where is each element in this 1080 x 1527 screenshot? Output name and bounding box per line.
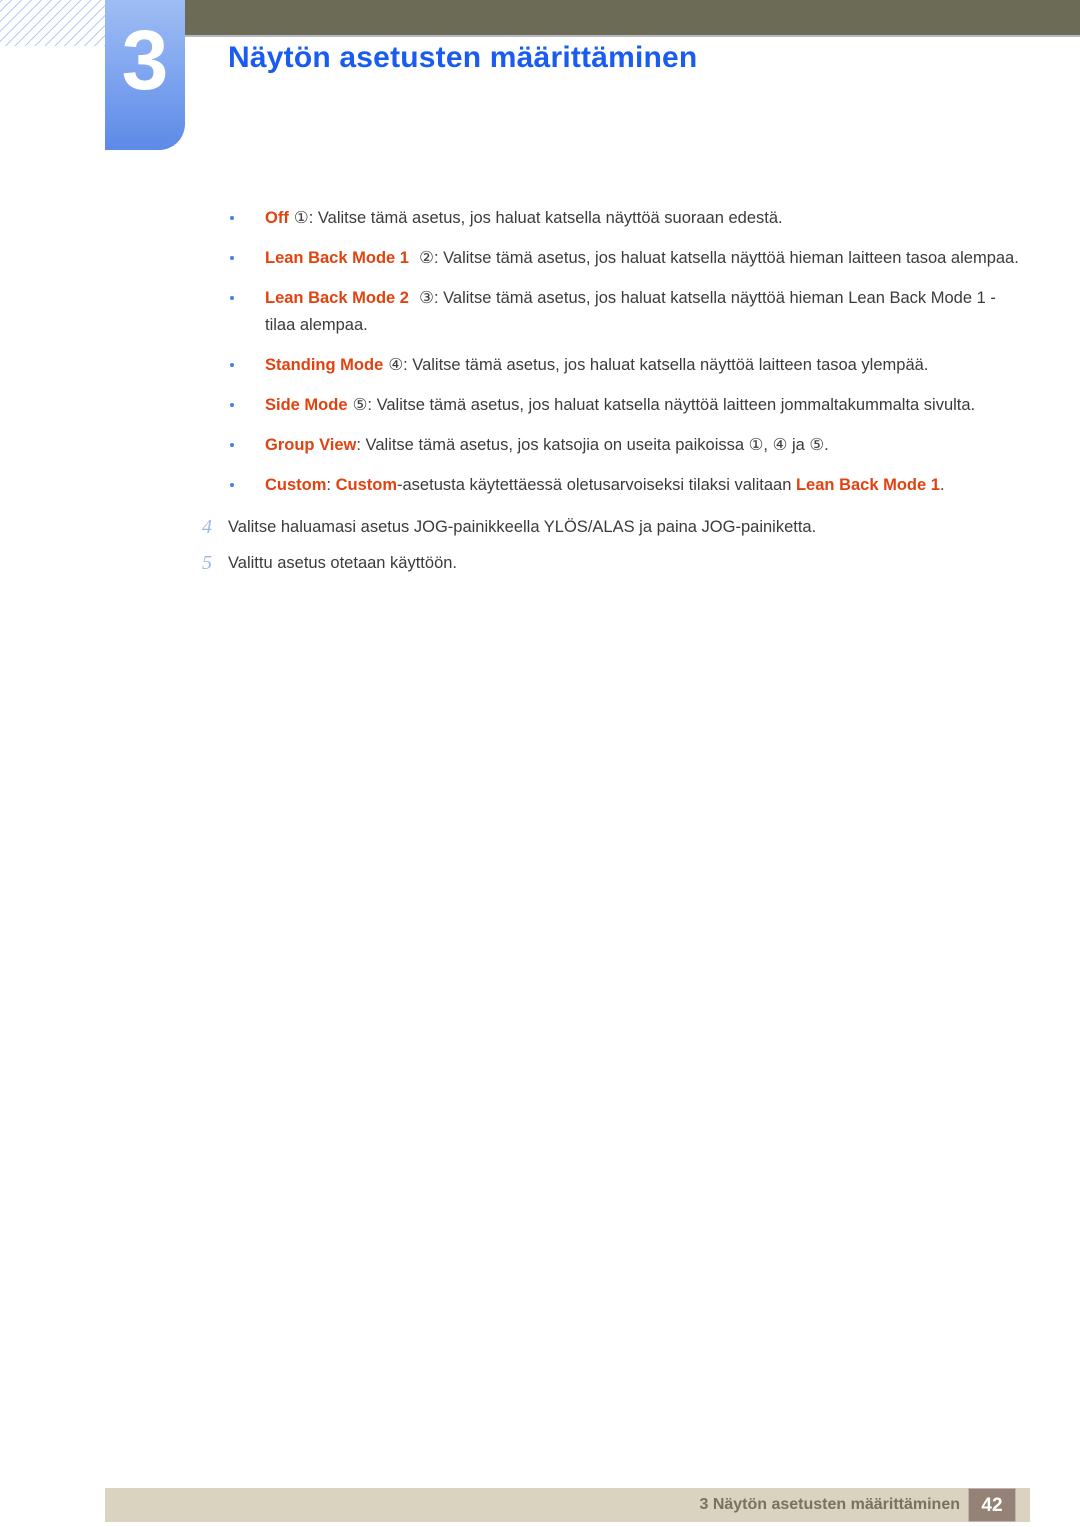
bullet-dot-icon (230, 443, 234, 447)
content-area: Off ①: Valitse tämä asetus, jos haluat k… (0, 205, 1080, 584)
option-description: : Valitse tämä asetus, jos haluat katsel… (433, 249, 1019, 267)
option-description: : Valitse tämä asetus, jos haluat katsel… (308, 209, 783, 227)
option-term: Group View (265, 436, 357, 454)
option-description-post: . (939, 476, 945, 494)
option-term: Side Mode (265, 396, 348, 414)
option-term: Off (265, 209, 289, 227)
circled-number-icon: ④ (388, 356, 404, 374)
chapter-number: 3 (121, 13, 169, 107)
step-item: 4 Valitse haluamasi asetus JOG-painikkee… (0, 512, 1080, 542)
circled-number-icon: ① (293, 209, 309, 227)
header-bar (105, 0, 1080, 35)
step-text: Valittu asetus otetaan käyttöön. (228, 554, 458, 572)
bullet-dot-icon (230, 216, 234, 220)
circled-number-icon: ③ (419, 289, 434, 307)
list-item: Side Mode ⑤: Valitse tämä asetus, jos ha… (0, 392, 1080, 419)
option-term-reference: Lean Back Mode 1 (795, 476, 940, 494)
list-item: Group View: Valitse tämä asetus, jos kat… (0, 432, 1080, 459)
decorative-hatch-pattern (0, 0, 105, 46)
page-title: Näytön asetusten määrittäminen (228, 41, 698, 74)
option-description-mid: -asetusta käytettäessä oletusarvoiseksi … (397, 476, 796, 494)
option-term: Lean Back Mode 2 (265, 289, 409, 307)
list-item: Standing Mode ④: Valitse tämä asetus, jo… (0, 352, 1080, 379)
list-item: Lean Back Mode 1 ②: Valitse tämä asetus,… (0, 245, 1080, 272)
option-term: Lean Back Mode 1 (265, 249, 409, 267)
step-number: 5 (202, 552, 212, 574)
bullet-dot-icon (230, 256, 234, 260)
list-item: Off ①: Valitse tämä asetus, jos haluat k… (0, 205, 1080, 232)
circled-number-icon: ⑤ (352, 396, 368, 414)
option-description: : Valitse tämä asetus, jos haluat katsel… (367, 396, 976, 414)
list-item: Lean Back Mode 2 ③: Valitse tämä asetus,… (0, 285, 1080, 339)
list-item: Custom: Custom-asetusta käytettäessä ole… (0, 472, 1080, 499)
step-text: Valitse haluamasi asetus JOG-painikkeell… (228, 518, 817, 536)
bullet-dot-icon (230, 296, 234, 300)
step-item: 5 Valittu asetus otetaan käyttöön. (0, 548, 1080, 578)
circled-number-icon: ② (419, 249, 434, 267)
option-description: : Valitse tämä asetus, jos katsojia on u… (356, 436, 829, 454)
bullet-dot-icon (230, 483, 234, 487)
option-term-inline: Custom (335, 476, 398, 494)
bullet-dot-icon (230, 403, 234, 407)
option-term: Custom (265, 476, 327, 494)
option-term: Standing Mode (265, 356, 384, 374)
option-description: : Valitse tämä asetus, jos haluat katsel… (403, 356, 929, 374)
bullet-dot-icon (230, 363, 234, 367)
option-description-pre: : (326, 476, 336, 494)
header-bar-shadow (105, 35, 1080, 37)
footer-bar: 3 Näytön asetusten määrittäminen 42 (105, 1488, 1030, 1522)
footer-chapter-label: 3 Näytön asetusten määrittäminen (699, 1496, 960, 1513)
page-number-badge: 42 (968, 1488, 1016, 1522)
chapter-tab: 3 (105, 0, 185, 150)
step-number: 4 (202, 516, 212, 538)
